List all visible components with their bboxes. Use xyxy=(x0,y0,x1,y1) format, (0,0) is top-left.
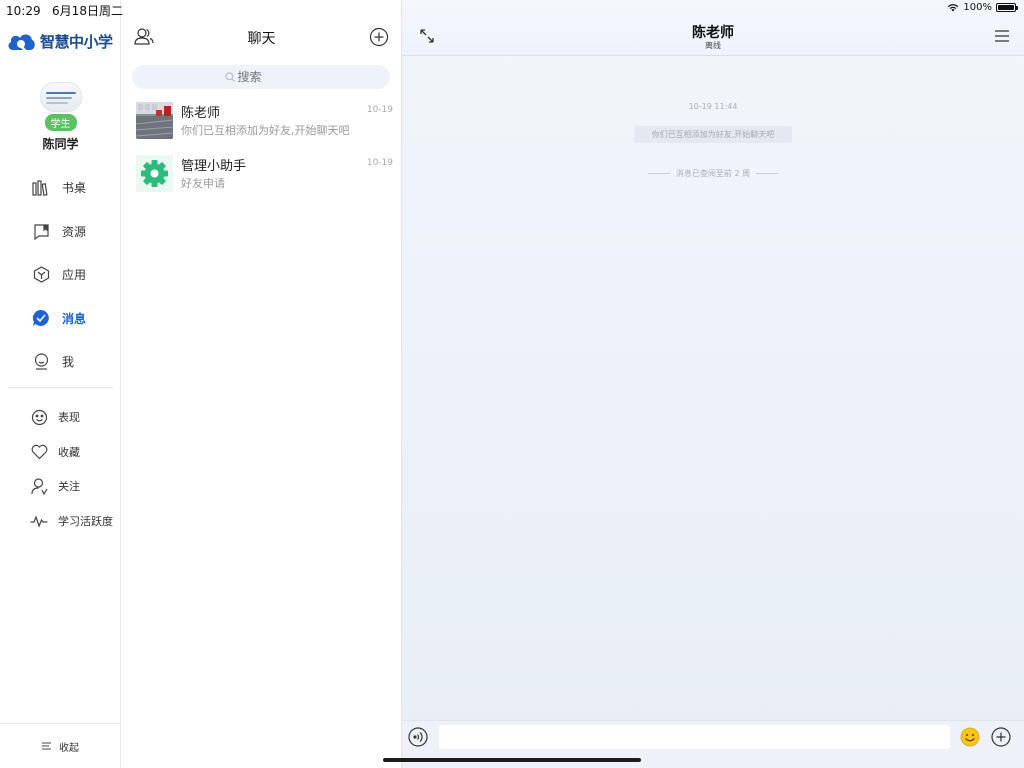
pulse-icon xyxy=(30,512,48,530)
emoji-icon[interactable] xyxy=(960,727,980,747)
nav-item-resources[interactable]: 资源 xyxy=(0,210,121,254)
nav-item-activity[interactable]: 学习活跃度 xyxy=(0,504,121,539)
battery-percent: 100% xyxy=(963,2,992,13)
app-name: 智慧中小学 xyxy=(40,32,113,51)
search-bar[interactable] xyxy=(132,65,390,89)
add-chat-icon[interactable] xyxy=(368,26,390,48)
nav-item-label: 收藏 xyxy=(58,445,80,459)
nav-item-label: 学习活跃度 xyxy=(58,514,113,528)
nav-item-performance[interactable]: 表现 xyxy=(0,400,121,435)
heart-icon xyxy=(30,443,48,461)
search-input[interactable] xyxy=(237,70,298,84)
nav-item-label: 应用 xyxy=(62,268,87,283)
helper-gear-icon xyxy=(136,155,173,192)
message-input[interactable] xyxy=(439,725,950,749)
message-icon xyxy=(32,309,50,327)
history-note-text: 消息已查阅至前 2 周 xyxy=(675,169,751,178)
hamburger-menu-icon[interactable] xyxy=(994,29,1010,43)
user-name: 陈同学 xyxy=(42,137,79,151)
status-date: 6月18日周二 xyxy=(52,4,123,18)
conversation-name: 管理小助手 xyxy=(181,159,247,174)
system-message: 你们已互相添加为好友,开始聊天吧 xyxy=(634,126,792,143)
divider-line xyxy=(756,173,779,174)
nav-item-label: 消息 xyxy=(62,311,87,326)
divider-line xyxy=(647,173,670,174)
nav-item-label: 书桌 xyxy=(62,181,87,196)
nav-item-label: 我 xyxy=(62,355,75,370)
conversation-time: 10-19 xyxy=(366,105,393,115)
conversation-item-helper[interactable]: 管理小助手 好友申请 10-19 xyxy=(121,151,402,203)
conversation-preview: 好友申请 xyxy=(181,177,225,190)
battery-icon xyxy=(996,3,1018,12)
chat-status: 离线 xyxy=(705,41,721,50)
history-note: 消息已查阅至前 2 周 xyxy=(402,168,1024,179)
person-icon xyxy=(32,353,50,371)
nav-item-label: 关注 xyxy=(58,480,80,494)
cloud-logo-icon xyxy=(8,34,35,52)
voice-input-icon[interactable] xyxy=(408,727,428,747)
nav-item-label: 资源 xyxy=(62,224,87,239)
smile-icon xyxy=(30,408,48,426)
user-profile[interactable]: 学生 陈同学 xyxy=(0,82,121,152)
add-attachment-icon[interactable] xyxy=(991,727,1011,747)
secondary-menu: 表现 收藏 关注 学习活跃度 xyxy=(0,400,121,538)
nav-item-label: 表现 xyxy=(58,411,80,425)
status-bar-right: 100% xyxy=(947,2,1018,13)
search-icon xyxy=(224,72,235,82)
cube-icon xyxy=(32,266,50,284)
conversation-preview: 你们已互相添加为好友,开始聊天吧 xyxy=(181,124,350,137)
chat-list-title: 聊天 xyxy=(247,31,276,47)
list-lines-icon xyxy=(42,742,51,750)
nav-item-desk[interactable]: 书桌 xyxy=(0,166,121,210)
app-logo: 智慧中小学 xyxy=(6,30,113,52)
home-indicator[interactable] xyxy=(383,758,641,762)
nav-item-following[interactable]: 关注 xyxy=(0,469,121,504)
status-bar-left: 10:29 6月18日周二 xyxy=(6,2,123,19)
chat-header: 陈老师 离线 xyxy=(402,0,1024,56)
collapse-label: 收起 xyxy=(59,742,79,754)
role-badge: 学生 xyxy=(44,114,77,131)
wifi-icon xyxy=(948,4,959,12)
conversation-item-teacher[interactable]: 陈老师 你们已互相添加为好友,开始聊天吧 10-19 xyxy=(121,98,402,150)
chat-title: 陈老师 xyxy=(692,25,734,41)
nav-item-favorites[interactable]: 收藏 xyxy=(0,435,121,470)
conversation-time: 10-19 xyxy=(366,158,393,168)
collapse-button[interactable]: 收起 xyxy=(0,723,121,768)
conversation-name: 陈老师 xyxy=(181,106,221,121)
nav-item-me[interactable]: 我 xyxy=(0,340,121,384)
status-time: 10:29 xyxy=(6,4,41,18)
conversation-avatar xyxy=(136,102,173,139)
nav-item-apps[interactable]: 应用 xyxy=(0,253,121,297)
chat-list-header: 聊天 xyxy=(121,20,402,54)
message-timestamp: 10-19 11:44 xyxy=(688,102,738,111)
bookmark-icon xyxy=(32,222,50,240)
primary-menu: 书桌 资源 应用 消息 我 xyxy=(0,166,121,384)
left-nav: 智慧中小学 学生 陈同学 书桌 资源 应用 消息 我 表现 收藏 关注 学习活跃… xyxy=(0,0,121,768)
chat-list-panel: 聊天 陈老师 你们已互相添加为好友,开始聊天吧 10-19 xyxy=(121,0,402,768)
follow-icon xyxy=(30,477,48,495)
avatar[interactable] xyxy=(39,82,82,112)
chat-pane: 陈老师 离线 10-19 11:44 你们已互相添加为好友,开始聊天吧 消息已查… xyxy=(402,0,1024,768)
bookshelf-icon xyxy=(32,179,50,197)
nav-item-messages[interactable]: 消息 xyxy=(0,297,121,341)
nav-divider xyxy=(8,387,113,388)
